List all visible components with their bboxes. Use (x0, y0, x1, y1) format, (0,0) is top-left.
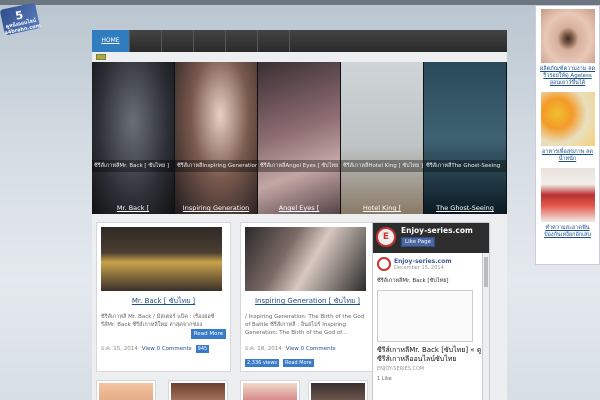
ad-image[interactable] (540, 168, 595, 222)
fb-post-author[interactable]: Enjoy-series.com (394, 258, 451, 265)
like-page-button[interactable]: Like Page (401, 237, 436, 247)
post-date: ธ.ค. 18, 2014 (245, 346, 282, 352)
slide-link[interactable]: Angel Eyes [ (258, 204, 340, 212)
slide-link[interactable]: Inspiring Generation (175, 204, 257, 212)
post-card: Inspiring Generation [ ซับไทย ] / Inspir… (240, 222, 375, 372)
slide-image (341, 62, 423, 214)
fb-link-title[interactable]: ซีรีส์เกาหลีMr. Back [ซับไทย] « ดูซีรีส์… (377, 346, 485, 364)
post-thumb-small[interactable] (240, 380, 300, 400)
slide-caption: ซีรีส์เกาหลีInspiring Generation [ ซับไท… (175, 160, 257, 172)
featured-slider: ซีรีส์เกาหลีMr. Back [ ซับไทย ] Mr. Back… (92, 62, 507, 214)
fb-like-count[interactable]: 1 Like (377, 376, 485, 382)
fb-post-date: December 15, 2014 (394, 264, 444, 271)
ad-caption[interactable]: ทำความสะอาดฟัน ป้องกันเหงือกอักเสบ (539, 225, 596, 239)
fb-post-source: Enjoy-series.com December 15, 2014 (377, 257, 485, 271)
browser-top-strip (0, 0, 600, 5)
top-nav: HOME (92, 30, 507, 52)
post-meta: ธ.ค. 15, 2014 View 0 Comments 945 (101, 345, 226, 353)
slide-image (92, 62, 174, 214)
fb-link-preview-image[interactable] (377, 290, 473, 342)
post-date: ธ.ค. 15, 2014 (101, 346, 138, 352)
comments-link[interactable]: View 0 Comments (286, 346, 336, 352)
site-badge[interactable]: 5 ดูหนังออนไลน์ a4brahn.com (0, 2, 41, 36)
post-list: Mr. Back [ ซับไทย ] ซีรีส์เกาหลี Mr. Bac… (92, 214, 507, 400)
nav-item-5[interactable] (226, 30, 258, 52)
slide-angel-eyes[interactable]: ซีรีส์เกาหลีAngel Eyes [ ซับไทย ] Angel … (258, 62, 341, 214)
ad-image[interactable] (540, 9, 595, 63)
sub-bar (92, 52, 507, 62)
nav-item-6[interactable] (258, 30, 290, 52)
sidebar-ad[interactable]: ทำความสะอาดฟัน ป้องกันเหงือกอักเสบ (539, 168, 596, 239)
slide-image (175, 62, 257, 214)
nav-item-3[interactable] (162, 30, 194, 52)
fb-post: Enjoy-series.com December 15, 2014 ซีรีส… (373, 253, 489, 386)
fb-link-domain: ENJOY-SERIES.COM (377, 366, 425, 372)
slide-caption: ซีรีส์เกาหลีHotel King [ ซับไทย ] (341, 160, 423, 172)
sidebar-ad[interactable]: อาหารเพื่อสุขภาพ ลดน้ำหนัก (539, 92, 596, 163)
nav-item-2[interactable] (130, 30, 162, 52)
flag-icon[interactable] (96, 54, 106, 60)
post-excerpt: / Inspiring Generation: The Birth of the… (245, 314, 365, 336)
read-more-button[interactable]: Read More (283, 359, 314, 367)
main-content: HOME ซีรีส์เกาหลีMr. Back [ ซับไทย ] Mr.… (92, 30, 507, 400)
widget-scrollbar[interactable] (482, 253, 489, 400)
fb-widget-header: E Enjoy-series.com Like Page (373, 223, 489, 253)
post-thumb-small[interactable] (168, 380, 228, 400)
slide-caption: ซีรีส์เกาหลีThe Ghost-Seeing (424, 160, 506, 172)
post-title[interactable]: Mr. Back [ ซับไทย ] (101, 296, 226, 307)
nav-home[interactable]: HOME (92, 30, 130, 52)
page-avatar-icon[interactable] (377, 257, 391, 271)
ad-caption[interactable]: อาหารเพื่อสุขภาพ ลดน้ำหนัก (539, 149, 596, 163)
fb-page-name[interactable]: Enjoy-series.com (401, 226, 473, 235)
post-title[interactable]: Inspiring Generation [ ซับไทย ] (245, 296, 370, 307)
post-thumbnail[interactable] (245, 227, 366, 291)
post-card: Mr. Back [ ซับไทย ] ซีรีส์เกาหลี Mr. Bac… (96, 222, 231, 372)
post-thumb-small[interactable] (308, 380, 368, 400)
slide-link[interactable]: Hotel King [ (341, 204, 423, 212)
post-meta: ธ.ค. 18, 2014 View 0 Comments (245, 345, 370, 353)
slide-caption: ซีรีส์เกาหลีAngel Eyes [ ซับไทย ] (258, 160, 340, 172)
slide-ghost-seeing[interactable]: ซีรีส์เกาหลีThe Ghost-Seeing The Ghost-S… (424, 62, 507, 214)
slide-inspiring-generation[interactable]: ซีรีส์เกาหลีInspiring Generation [ ซับไท… (175, 62, 258, 214)
view-count: 945 (195, 345, 210, 353)
nav-item-4[interactable] (194, 30, 226, 52)
slide-image (258, 62, 340, 214)
ad-image[interactable] (540, 92, 595, 146)
slide-image (424, 62, 506, 214)
slide-hotel-king[interactable]: ซีรีส์เกาหลีHotel King [ ซับไทย ] Hotel … (341, 62, 424, 214)
right-sidebar-ads: ผลิตภัณฑ์ความงาม ลดริ้วรอยให้ดู Ageless … (535, 5, 600, 265)
post-actions: 2,336 views Read More (245, 359, 370, 367)
slide-link[interactable]: Mr. Back [ (92, 204, 174, 212)
fb-post-text: ซีรีส์เกาหลีMr. Back [ซับไทย] (377, 278, 449, 284)
view-count: 2,336 views (245, 359, 280, 367)
page-logo-icon[interactable]: E (376, 227, 396, 247)
slide-caption: ซีรีส์เกาหลีMr. Back [ ซับไทย ] (92, 160, 174, 172)
slide-mr-back[interactable]: ซีรีส์เกาหลีMr. Back [ ซับไทย ] Mr. Back… (92, 62, 175, 214)
facebook-page-widget: E Enjoy-series.com Like Page Enjoy-serie… (372, 222, 490, 400)
post-thumbnail[interactable] (101, 227, 222, 291)
comments-link[interactable]: View 0 Comments (142, 346, 192, 352)
ad-caption[interactable]: ผลิตภัณฑ์ความงาม ลดริ้วรอยให้ดู Ageless … (539, 66, 596, 87)
sidebar-ad[interactable]: ผลิตภัณฑ์ความงาม ลดริ้วรอยให้ดู Ageless … (539, 9, 596, 87)
scrollbar-thumb[interactable] (484, 257, 488, 287)
read-more-button[interactable]: Read More (190, 329, 226, 339)
slide-link[interactable]: The Ghost-Seeing (424, 204, 506, 212)
post-thumb-small[interactable] (96, 380, 156, 400)
